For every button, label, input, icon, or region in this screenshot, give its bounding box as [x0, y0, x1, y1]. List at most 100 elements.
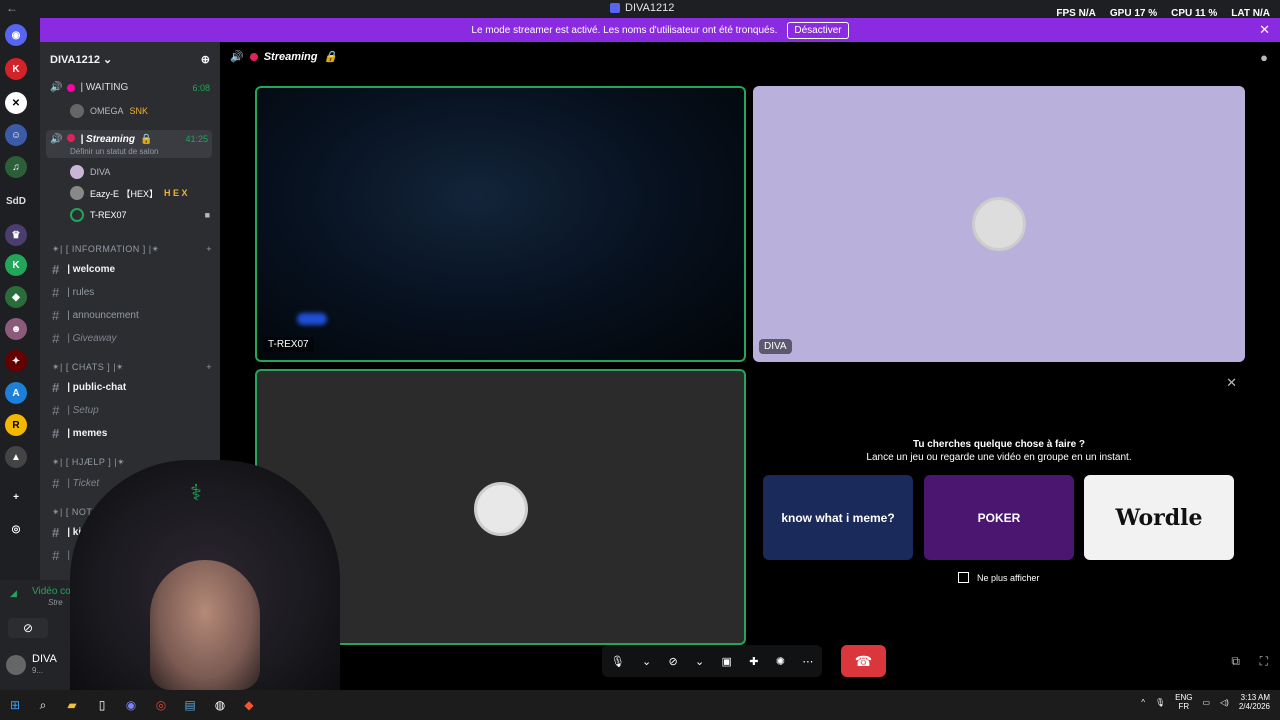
network-icon[interactable]: ▭ [1202, 698, 1210, 707]
speaker-icon: 🔊 [50, 82, 63, 93]
lock-icon: 🔒 [139, 134, 153, 145]
avatar [70, 208, 84, 222]
activity-heading: Tu cherches quelque chose à faire ? [912, 439, 1086, 450]
add-server-icon[interactable]: + [5, 486, 27, 508]
channel-rules[interactable]: # | rules [52, 285, 212, 300]
language-indicator[interactable]: ENG FR [1175, 693, 1192, 711]
server-icon[interactable]: R [5, 414, 27, 436]
server-icon[interactable]: K [5, 254, 27, 276]
server-icon[interactable]: ✦ [5, 350, 27, 372]
camera-off-icon[interactable]: ⊘ [668, 655, 677, 668]
voice-user-diva[interactable]: DIVA [70, 165, 210, 179]
close-icon[interactable]: ✕ [1259, 22, 1270, 38]
server-sdd[interactable]: SdD [5, 190, 27, 212]
activities-icon[interactable]: ✚ [749, 655, 758, 668]
channel-setup[interactable]: # | Setup [52, 403, 212, 418]
category-chats[interactable]: ✴| [ CHATS ] |✴ + [52, 362, 212, 373]
channel-emoji-icon [249, 52, 258, 61]
search-icon[interactable]: ⌕ [34, 696, 52, 714]
voice-user-eazy[interactable]: Eazy-E 【HEX】 H E X [70, 186, 210, 200]
server-header[interactable]: DIVA1212 ⌄ ⊕ [40, 42, 220, 76]
add-member-icon[interactable]: ⊕ [201, 53, 210, 66]
app-icon [610, 3, 620, 13]
voice-user-trex[interactable]: T-REX07 ■ [70, 208, 210, 222]
avatar [70, 165, 84, 179]
server-icon[interactable]: ☺ [5, 124, 27, 146]
checkbox-box[interactable] [958, 572, 969, 583]
avatar [474, 482, 528, 536]
server-icon[interactable]: ▲ [5, 446, 27, 468]
back-arrow-icon[interactable]: ← [6, 1, 18, 15]
discord-icon[interactable]: ◉ [122, 696, 140, 714]
server-icon[interactable]: K [5, 58, 27, 80]
server-icon[interactable]: A [5, 382, 27, 404]
video-tile-diva[interactable]: DIVA [753, 86, 1245, 362]
server-icon[interactable]: ◆ [5, 286, 27, 308]
discover-icon[interactable]: ◎ [5, 518, 27, 540]
window-titlebar: ← DIVA1212 FPS N/A GPU 17 % CPU 11 % LAT… [0, 0, 1280, 19]
chevron-up-icon[interactable]: ^ [1141, 698, 1145, 707]
app-icon[interactable]: ▤ [181, 696, 199, 714]
chevron-down-icon[interactable]: ⌄ [695, 655, 704, 668]
game-card-poker[interactable]: POKER [924, 475, 1074, 560]
start-icon[interactable]: ⊞ [6, 696, 24, 714]
obs-icon[interactable]: ◍ [211, 696, 229, 714]
video-off-icon[interactable]: ⊘ [8, 618, 48, 638]
channel-giveaway[interactable]: # | Giveaway [52, 331, 212, 346]
channel-public-chat[interactable]: # | public-chat [52, 380, 212, 395]
server-icon[interactable]: ♛ [5, 224, 27, 246]
channel-emoji-icon [67, 134, 76, 142]
video-tile-trex[interactable]: T-REX07 [255, 86, 746, 362]
more-icon[interactable]: ⋯ [802, 655, 813, 668]
discord-home-icon[interactable]: ◉ [5, 24, 27, 46]
avatar [972, 197, 1026, 251]
avatar [70, 104, 84, 118]
user-name: DIVA [32, 653, 57, 665]
volume-icon[interactable]: ◁) [1220, 698, 1229, 707]
channel-header: 🔊 Streaming 🔒 [230, 50, 337, 64]
channel-memes[interactable]: # | memes [52, 426, 212, 441]
call-controls: 🎙 ⌄ ⊘ ⌄ ▣ ✚ ✺ ⋯ [602, 645, 822, 677]
popout-icon[interactable]: ⧉ [1231, 654, 1240, 669]
server-icon[interactable]: ✕ [5, 92, 27, 114]
clock[interactable]: 3:13 AM 2/4/2026 [1239, 693, 1270, 711]
soundboard-icon[interactable]: ✺ [776, 655, 785, 668]
notepad-icon[interactable]: ▯ [93, 696, 111, 714]
voice-channel-waiting[interactable]: 🔊 | WAITING 6:08 [50, 82, 210, 93]
disable-streamer-button[interactable]: Désactiver [787, 21, 849, 39]
avatar[interactable] [6, 655, 26, 675]
screen-share-icon[interactable]: ▣ [722, 655, 732, 668]
voice-user[interactable]: OMEGA SNK [70, 104, 210, 118]
close-icon[interactable]: ✕ [1226, 375, 1237, 391]
file-explorer-icon[interactable]: ▰ [63, 696, 81, 714]
dont-show-checkbox[interactable]: Ne plus afficher [958, 572, 1039, 583]
disconnect-button[interactable]: ☎ [841, 645, 886, 677]
call-area: 🔊 Streaming 🔒 ● T-REX07 DIVA ✕ Tu cherch… [220, 42, 1280, 690]
channel-announcement[interactable]: # | announcement [52, 308, 212, 323]
chat-icon[interactable]: ● [1260, 50, 1268, 65]
voice-channel-label: Stre [48, 598, 63, 607]
channel-welcome[interactable]: # | welcome [52, 262, 212, 277]
category-information[interactable]: ✴| [ INFORMATION ] |✴ + [52, 244, 212, 255]
channel-emoji-icon [67, 83, 76, 92]
camera-icon: ■ [204, 210, 210, 220]
chrome-icon[interactable]: ◎ [152, 696, 170, 714]
speaker-icon: 🔊 [230, 51, 244, 63]
fullscreen-icon[interactable]: ⛶ [1260, 654, 1268, 669]
server-icon[interactable]: ☻ [5, 318, 27, 340]
server-name: DIVA1212 [50, 53, 100, 66]
streamer-face [150, 560, 260, 690]
banner-text: Le mode streamer est activé. Les noms d'… [471, 24, 778, 36]
microphone-icon[interactable]: 🎙 [1155, 698, 1165, 707]
brave-icon[interactable]: ◆ [240, 696, 258, 714]
activity-subheading: Lance un jeu ou regarde une vidéo en gro… [866, 452, 1132, 463]
game-card-wordle[interactable]: Wordle [1084, 475, 1234, 560]
chevron-down-icon[interactable]: ⌄ [642, 655, 651, 668]
light-glow [297, 313, 327, 325]
channel-status[interactable]: Définir un statut de salon [70, 147, 159, 156]
window-title: DIVA1212 [610, 2, 674, 14]
voice-connected-icon: ◢ [10, 588, 17, 598]
game-card-meme[interactable]: know what i meme? [763, 475, 913, 560]
microphone-icon[interactable]: 🎙 [611, 655, 625, 668]
server-icon[interactable]: ♫ [5, 156, 27, 178]
